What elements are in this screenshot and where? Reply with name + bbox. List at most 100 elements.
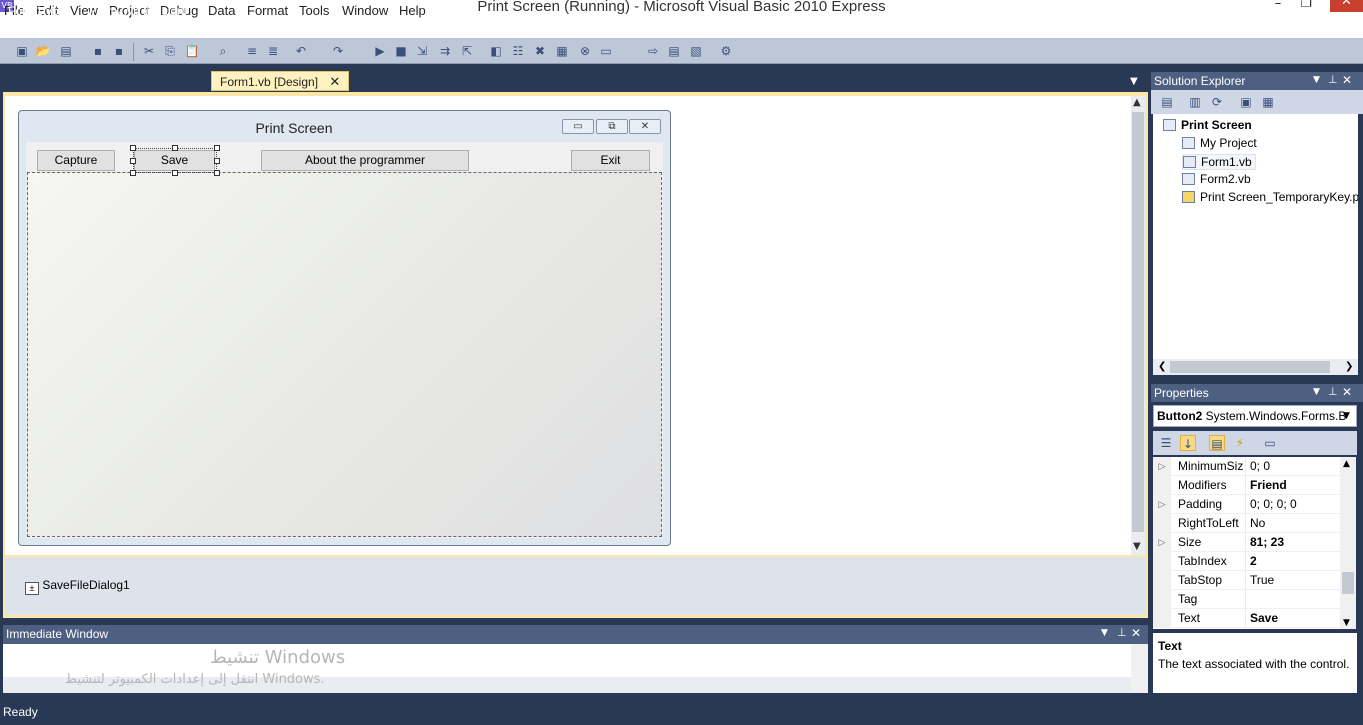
menu-data[interactable]: Data bbox=[208, 3, 235, 18]
scroll-right-icon[interactable]: ❯ bbox=[1345, 361, 1353, 372]
show-all-files-icon[interactable]: ▥ bbox=[1187, 94, 1203, 110]
properties-window-icon[interactable]: ☷ bbox=[510, 43, 526, 59]
scroll-down-icon[interactable]: ▼ bbox=[1343, 618, 1350, 628]
stop-debugging-icon[interactable]: ■ bbox=[393, 43, 409, 59]
step-out-icon[interactable]: ⇱ bbox=[459, 43, 475, 59]
paste-icon[interactable]: 📋 bbox=[184, 43, 200, 59]
save-all-icon[interactable]: ▪ bbox=[111, 43, 127, 59]
scroll-up-icon[interactable]: ▲ bbox=[1133, 97, 1141, 108]
tab-form1-design[interactable]: Form1.vb [Design] ✕ bbox=[211, 71, 350, 91]
expand-icon[interactable]: ▷ bbox=[1153, 533, 1171, 552]
solution-explorer-icon[interactable]: ◧ bbox=[488, 43, 504, 59]
object-browser-icon[interactable]: ▦ bbox=[554, 43, 570, 59]
tab-order-icon[interactable]: ▤ bbox=[666, 43, 682, 59]
error-list-icon[interactable]: ⊗ bbox=[577, 43, 593, 59]
add-item-icon[interactable]: ▤ bbox=[58, 43, 74, 59]
property-value[interactable]: 81; 23 bbox=[1250, 535, 1284, 549]
close-tab-icon[interactable]: ✕ bbox=[329, 74, 340, 89]
cut-icon[interactable]: ✂ bbox=[141, 43, 157, 59]
expand-icon[interactable]: ▷ bbox=[1153, 495, 1171, 514]
property-value[interactable]: Friend bbox=[1250, 478, 1287, 492]
resize-handle[interactable] bbox=[214, 170, 220, 176]
exit-button[interactable]: Exit bbox=[571, 150, 650, 171]
tree-project-root[interactable]: Print Screen bbox=[1163, 118, 1252, 132]
menu-help[interactable]: Help bbox=[399, 3, 426, 18]
property-row[interactable]: TabIndex 2 bbox=[1153, 552, 1340, 571]
menu-format[interactable]: Format bbox=[247, 3, 288, 18]
property-value[interactable]: Save bbox=[1250, 611, 1278, 625]
capture-button[interactable]: Capture bbox=[37, 150, 115, 171]
solution-scroll-thumb[interactable] bbox=[1170, 361, 1330, 373]
properties-view-icon[interactable]: ▤ bbox=[1209, 435, 1225, 451]
step-into-icon[interactable]: ⇲ bbox=[414, 43, 430, 59]
close-panel-icon[interactable]: ✕ bbox=[1342, 73, 1352, 87]
maximize-icon[interactable]: ❐ bbox=[1292, 0, 1320, 14]
scroll-up-icon[interactable]: ▲ bbox=[1343, 459, 1350, 469]
panel-dropdown-icon[interactable]: ▼ bbox=[1313, 387, 1320, 397]
resize-handle[interactable] bbox=[172, 145, 178, 151]
pin-icon[interactable]: ⊥ bbox=[1117, 626, 1127, 639]
immediate-vertical-scrollbar[interactable] bbox=[1131, 644, 1148, 693]
pin-icon[interactable]: ⊥ bbox=[1328, 73, 1338, 86]
refresh-icon[interactable]: ⟳ bbox=[1209, 94, 1225, 110]
picture-box[interactable] bbox=[27, 172, 662, 537]
tree-item-my-project[interactable]: My Project bbox=[1182, 136, 1257, 150]
property-row[interactable]: RightToLeft No bbox=[1153, 514, 1340, 533]
about-button[interactable]: About the programmer bbox=[261, 150, 469, 171]
resize-handle[interactable] bbox=[130, 158, 136, 164]
property-row[interactable]: Tag bbox=[1153, 590, 1340, 609]
events-icon[interactable]: ⚡ bbox=[1232, 435, 1248, 451]
resize-handle[interactable] bbox=[214, 145, 220, 151]
designer-scroll-thumb[interactable] bbox=[1132, 112, 1144, 532]
alphabetical-icon[interactable]: ↓ bbox=[1180, 435, 1196, 451]
new-project-icon[interactable]: ▣ bbox=[14, 43, 30, 59]
categorized-icon[interactable]: ☰ bbox=[1158, 435, 1174, 451]
expand-icon[interactable]: ▷ bbox=[1153, 457, 1171, 476]
view-code-icon[interactable]: ▣ bbox=[1238, 94, 1254, 110]
save-icon[interactable]: ▪ bbox=[90, 43, 106, 59]
property-row[interactable]: Text Save bbox=[1153, 609, 1340, 628]
view-designer-icon[interactable]: ▦ bbox=[1260, 94, 1276, 110]
tree-item-temporary-key[interactable]: Print Screen_TemporaryKey.p bbox=[1182, 190, 1358, 204]
bring-to-front-icon[interactable]: ⇨ bbox=[645, 43, 661, 59]
tab-form2-design[interactable]: Form2.vb [Design] bbox=[81, 2, 195, 22]
tab-form1-code[interactable]: Form1.vb bbox=[0, 2, 67, 22]
property-pages-icon[interactable]: ▭ bbox=[1262, 435, 1278, 451]
tree-item-form2[interactable]: Form2.vb bbox=[1182, 172, 1251, 186]
resize-handle[interactable] bbox=[130, 170, 136, 176]
property-scroll-thumb[interactable] bbox=[1342, 572, 1354, 594]
property-value[interactable]: 2 bbox=[1250, 554, 1257, 568]
property-row[interactable]: ▷ MinimumSiz 0; 0 bbox=[1153, 457, 1340, 476]
property-row[interactable]: TabStop True bbox=[1153, 571, 1340, 590]
redo-icon[interactable]: ↷ bbox=[330, 43, 346, 59]
open-file-icon[interactable]: 📂 bbox=[35, 43, 51, 59]
pin-icon[interactable]: ⊥ bbox=[1328, 385, 1338, 398]
toolbox-icon[interactable]: ✖ bbox=[532, 43, 548, 59]
immediate-window-icon[interactable]: ▭ bbox=[598, 43, 614, 59]
property-row[interactable]: ▷ Padding 0; 0; 0; 0 bbox=[1153, 495, 1340, 514]
uncomment-icon[interactable]: ≣ bbox=[265, 43, 281, 59]
panel-dropdown-icon[interactable]: ▼ bbox=[1101, 628, 1108, 638]
panel-dropdown-icon[interactable]: ▼ bbox=[1313, 75, 1320, 85]
menu-tools[interactable]: Tools bbox=[299, 3, 329, 18]
scroll-down-icon[interactable]: ▼ bbox=[1133, 541, 1141, 552]
comment-icon[interactable]: ≡ bbox=[244, 43, 260, 59]
property-grid-scrollbar[interactable] bbox=[1340, 457, 1356, 629]
property-row[interactable]: ▷ Size 81; 23 bbox=[1153, 533, 1340, 552]
minimize-icon[interactable]: – bbox=[1264, 0, 1292, 14]
object-dropdown-icon[interactable]: ▼ bbox=[1343, 411, 1350, 421]
align-icon[interactable]: ▧ bbox=[688, 43, 704, 59]
property-row[interactable]: Modifiers Friend bbox=[1153, 476, 1340, 495]
find-icon[interactable]: ⌕ bbox=[215, 43, 231, 59]
menu-window[interactable]: Window bbox=[342, 3, 388, 18]
property-value[interactable]: 0; 0; 0; 0 bbox=[1250, 497, 1297, 511]
property-value[interactable]: No bbox=[1250, 516, 1265, 530]
properties-icon[interactable]: ▤ bbox=[1159, 94, 1175, 110]
step-over-icon[interactable]: ⇉ bbox=[437, 43, 453, 59]
close-panel-icon[interactable]: ✕ bbox=[1131, 626, 1141, 640]
savefiledialog-component[interactable]: ± SaveFileDialog1 bbox=[25, 578, 130, 595]
property-value[interactable]: 0; 0 bbox=[1250, 459, 1270, 473]
start-debugging-icon[interactable]: ▶ bbox=[372, 43, 388, 59]
close-panel-icon[interactable]: ✕ bbox=[1342, 385, 1352, 399]
resize-handle[interactable] bbox=[172, 170, 178, 176]
